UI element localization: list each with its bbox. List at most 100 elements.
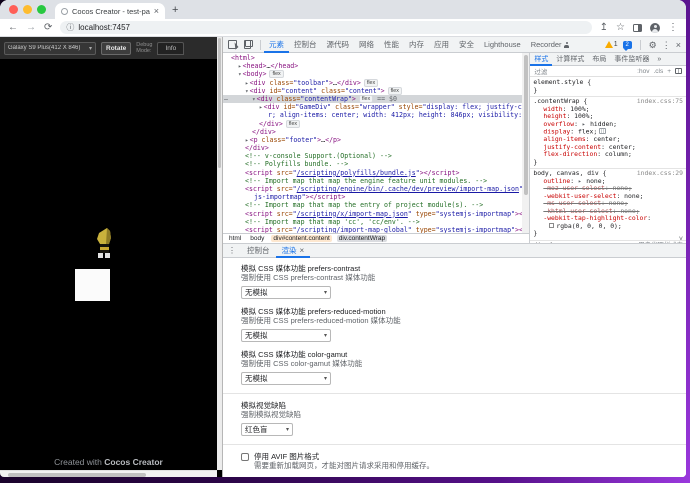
side-panel-icon[interactable] xyxy=(633,23,642,32)
browser-tab[interactable]: Cocos Creator - test-pack × xyxy=(55,3,165,19)
page-hscroll-thumb[interactable] xyxy=(8,472,146,477)
inspect-element-icon[interactable] xyxy=(228,40,237,49)
collapsed-arrow-icon[interactable]: ▸ xyxy=(245,80,249,87)
reload-icon[interactable]: ⟳ xyxy=(44,22,52,33)
dom-tree-line[interactable]: js-importmap"></script> xyxy=(223,193,522,201)
dom-tree-line[interactable]: ▸<div class="toolbar">…</div> flex xyxy=(223,78,522,87)
computed-grid-icon[interactable] xyxy=(675,68,682,74)
breadcrumb-item[interactable]: body xyxy=(248,235,266,242)
bookmark-star-icon[interactable]: ☆ xyxy=(616,22,625,33)
share-icon[interactable]: ↥ xyxy=(600,22,608,33)
dom-tree-line[interactable]: <!-- Import map that map 'cc', 'cc/env'.… xyxy=(223,218,522,226)
devtools-tab-控制台[interactable]: 控制台 xyxy=(289,37,322,53)
devtools-tab-安全[interactable]: 安全 xyxy=(454,37,479,53)
css-property[interactable]: flex-direction: column; xyxy=(533,150,683,159)
elements-scrollbar[interactable] xyxy=(522,53,530,233)
game-canvas[interactable]: Created with Cocos Creator xyxy=(0,59,217,470)
cls-toggle[interactable]: .cls xyxy=(653,68,663,75)
dom-tree-line[interactable]: r; align-items: center; width: 412px; he… xyxy=(223,111,522,119)
rule-selector[interactable]: element.style { xyxy=(533,78,591,87)
collapsed-arrow-icon[interactable]: ▸ xyxy=(245,137,249,144)
devtools-tab-Recorder[interactable]: Recorder xyxy=(526,37,575,53)
devtools-menu-icon[interactable]: ⋮ xyxy=(662,40,671,50)
dom-tree-line[interactable]: ▸<div id="GameDiv" class="wrapper" style… xyxy=(223,103,522,111)
option-select[interactable]: 无模拟 ▾ xyxy=(241,329,331,342)
styles-tab-»[interactable]: » xyxy=(653,53,665,66)
devtools-tab-性能[interactable]: 性能 xyxy=(379,37,404,53)
info-button[interactable]: Info xyxy=(157,41,185,55)
messages-badge[interactable]: 2 xyxy=(622,40,632,51)
expanded-arrow-icon[interactable]: ▾ xyxy=(245,88,249,95)
dom-tree-line[interactable]: ▸<p class="footer">…</p> xyxy=(223,136,522,144)
dom-tree-line[interactable]: </div> flex xyxy=(223,119,522,128)
option-select[interactable]: 无模拟 ▾ xyxy=(241,286,331,299)
tab-close-icon[interactable]: × xyxy=(154,7,159,16)
expanded-arrow-icon[interactable]: ▾ xyxy=(238,71,242,78)
devtools-tab-应用[interactable]: 应用 xyxy=(429,37,454,53)
styles-tab-计算样式[interactable]: 计算样式 xyxy=(552,53,588,66)
settings-gear-icon[interactable]: ⚙ xyxy=(649,40,657,50)
devtools-tab-元素[interactable]: 元素 xyxy=(264,37,289,53)
option-select[interactable]: 红色盲 ▾ xyxy=(241,423,293,436)
css-property-value[interactable]: rgba(0, 0, 0, 0); xyxy=(533,222,683,231)
page-vscroll-thumb[interactable] xyxy=(218,38,221,168)
breadcrumb-item[interactable]: html xyxy=(227,235,243,242)
elements-scroll-thumb[interactable] xyxy=(523,55,528,195)
dom-tree-line[interactable]: — ▾<div class="contentWrap"> flex == $0 xyxy=(223,94,523,104)
dom-tree-line[interactable]: <!-- v-console Support.(Optional) --> xyxy=(223,152,522,160)
dom-tree-line[interactable]: ▾<div id="content" class="content"> flex xyxy=(223,86,522,95)
devtools-tab-内存[interactable]: 内存 xyxy=(404,37,429,53)
device-toolbar-toggle-icon[interactable] xyxy=(244,40,253,49)
device-select[interactable]: Galaxy S9 Plus(412 X 846) ▾ xyxy=(4,41,96,55)
drawer-menu-icon[interactable]: ⋮ xyxy=(223,246,241,255)
dom-tree-line[interactable]: <script src="/scripting/polyfills/bundle… xyxy=(223,169,522,177)
expand-value-icon[interactable]: ▸ xyxy=(582,121,589,128)
styles-filter-input[interactable]: 过滤 xyxy=(534,66,547,76)
maximize-window-button[interactable] xyxy=(37,5,46,14)
dom-tree-line[interactable]: <script src="/scripting/engine/bin/.cach… xyxy=(223,185,522,193)
expanded-arrow-icon[interactable]: ▾ xyxy=(252,96,256,103)
url-bar[interactable]: ⓘ localhost:7457 xyxy=(60,21,592,34)
option-select[interactable]: 无模拟 ▾ xyxy=(241,372,331,385)
dom-tree-line[interactable]: ▸<head>…</head> xyxy=(223,62,522,70)
color-swatch[interactable] xyxy=(549,223,555,228)
devtools-close-icon[interactable]: × xyxy=(676,40,681,50)
drawer-tab-渲染[interactable]: 渲染 × xyxy=(276,244,311,258)
dom-tree-line[interactable]: <script src="/scripting/x/import-map.jso… xyxy=(223,210,522,218)
forward-icon[interactable]: → xyxy=(26,22,36,33)
site-info-icon[interactable]: ⓘ xyxy=(66,23,74,32)
new-tab-button[interactable]: + xyxy=(172,4,178,16)
drawer-tab-控制台[interactable]: 控制台 xyxy=(241,244,276,258)
drawer-tab-close-icon[interactable]: × xyxy=(300,244,305,258)
collapsed-arrow-icon[interactable]: ▸ xyxy=(238,63,242,70)
dom-tree-line[interactable]: <!-- Import map that map the engine feat… xyxy=(223,177,522,185)
stylesheet-link[interactable]: index.css:75 xyxy=(633,97,683,106)
warnings-badge[interactable]: 1 xyxy=(604,41,618,48)
styles-tab-事件监听器[interactable]: 事件监听器 xyxy=(610,53,653,66)
checkbox[interactable] xyxy=(241,453,249,461)
dom-tree-line[interactable]: </div> xyxy=(223,128,522,136)
dom-tree-line[interactable]: </div> xyxy=(223,144,522,152)
dom-tree-line[interactable]: <!-- Import map that map the entry of pr… xyxy=(223,201,522,209)
new-rule-button[interactable]: + xyxy=(667,68,671,75)
dom-tree-line[interactable]: <!-- Polyfills bundle. --> xyxy=(223,160,522,168)
styles-tab-布局[interactable]: 布局 xyxy=(588,53,610,66)
flex-editor-icon[interactable] xyxy=(599,128,607,134)
browser-menu-icon[interactable]: ⋮ xyxy=(668,22,678,33)
devtools-tab-源代码[interactable]: 源代码 xyxy=(322,37,355,53)
devtools-tab-Lighthouse[interactable]: Lighthouse xyxy=(479,37,526,53)
dom-tree-line[interactable]: ▾<body> flex xyxy=(223,70,522,79)
dom-tree-line[interactable]: <script src="/scripting/import-map-globa… xyxy=(223,226,522,233)
styles-tab-样式[interactable]: 样式 xyxy=(530,53,552,66)
devtools-tab-网络[interactable]: 网络 xyxy=(354,37,379,53)
minimize-window-button[interactable] xyxy=(23,5,32,14)
hov-toggle[interactable]: :hov xyxy=(637,68,649,75)
page-horizontal-scrollbar[interactable] xyxy=(0,470,217,477)
breadcrumb-item[interactable]: div.contentWrap xyxy=(336,235,388,242)
collapsed-arrow-icon[interactable]: ▸ xyxy=(259,104,263,111)
stylesheet-link[interactable]: index.css:29 xyxy=(633,169,683,178)
breadcrumb-item[interactable]: div#content.content xyxy=(271,235,332,242)
dom-tree-line[interactable]: <html> xyxy=(223,54,522,62)
profile-avatar[interactable] xyxy=(650,22,660,33)
back-icon[interactable]: ← xyxy=(8,22,18,33)
